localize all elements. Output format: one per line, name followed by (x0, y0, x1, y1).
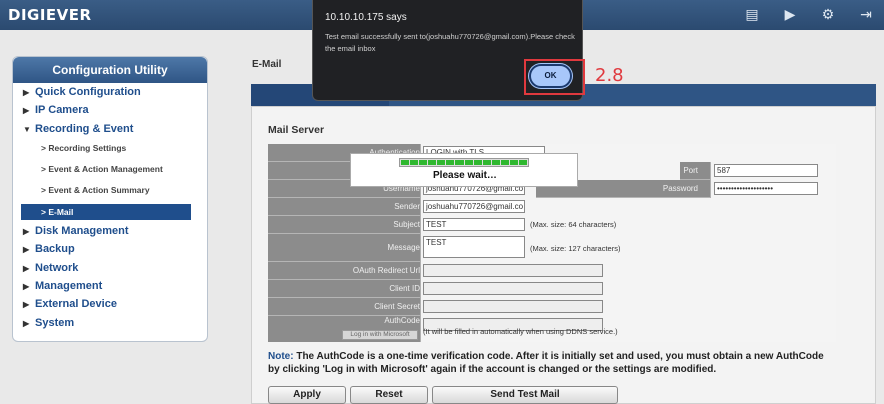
password-input[interactable]: •••••••••••••••••••• (714, 182, 818, 195)
note-prefix: Note: (268, 351, 294, 362)
triangle-down-icon: ▼ (23, 125, 31, 134)
triangle-right-icon: ▶ (23, 264, 30, 273)
sender-label: Sender (394, 202, 420, 211)
sidebar-item-system[interactable]: ▶ System (23, 317, 74, 329)
apply-button[interactable]: Apply (268, 386, 346, 404)
triangle-right-icon: ▶ (23, 227, 30, 236)
section-title: Mail Server (268, 124, 325, 136)
progress-overlay: Please wait… (350, 153, 578, 187)
triangle-right-icon: ▶ (23, 282, 30, 291)
sidebar-item-management[interactable]: ▶ Management (23, 280, 102, 292)
logo: DIGIEVER (8, 6, 92, 24)
note-text: The AuthCode is a one-time verification … (268, 351, 824, 375)
sender-input[interactable]: joshuahu770726@gmail.co (423, 200, 525, 213)
client-id-label: Client ID (389, 284, 420, 293)
sidebar-title: Configuration Utility (13, 57, 207, 83)
step-label: 2.8 (595, 65, 624, 86)
triangle-right-icon: ▶ (23, 300, 30, 309)
form-row: Subject TEST (Max. size: 64 characters) (268, 216, 836, 234)
sidebar: Configuration Utility ▶ Quick Configurati… (12, 56, 208, 342)
progress-text: Please wait… (433, 170, 497, 181)
sidebar-item-ip-camera[interactable]: ▶ IP Camera (23, 104, 89, 116)
message-label: Message (387, 243, 420, 252)
oauth-redirect-input[interactable] (423, 264, 603, 277)
message-hint: (Max. size: 127 characters) (530, 244, 621, 253)
triangle-right-icon: ▶ (23, 88, 30, 97)
sidebar-subitem-event-action-management[interactable]: > Event & Action Management (41, 164, 163, 174)
dialog-title: 10.10.10.175 says (325, 12, 407, 23)
note: Note: The AuthCode is a one-time verific… (268, 350, 828, 376)
oauth-redirect-label: OAuth Redirect Url (352, 266, 420, 275)
form-row: OAuth Redirect Url (268, 262, 836, 280)
sidebar-item-backup[interactable]: ▶ Backup (23, 243, 75, 255)
playback-icon[interactable]: ▶ (782, 6, 798, 22)
sidebar-subitem-email[interactable]: > E-Mail (21, 204, 191, 220)
highlight-box (524, 59, 585, 95)
message-textarea[interactable]: TEST (423, 236, 525, 258)
form-row: AuthCode Log in with Microsoft (It will … (268, 316, 836, 342)
login-microsoft-button[interactable]: Log in with Microsoft (342, 330, 418, 340)
subject-hint: (Max. size: 64 characters) (530, 220, 617, 229)
gear-icon[interactable]: ⚙ (820, 6, 836, 22)
port-input[interactable]: 587 (714, 164, 818, 177)
client-secret-input[interactable] (423, 300, 603, 313)
sidebar-item-disk-management[interactable]: ▶ Disk Management (23, 225, 129, 237)
subject-input[interactable]: TEST (423, 218, 525, 231)
reset-button[interactable]: Reset (350, 386, 428, 404)
sidebar-item-quick-configuration[interactable]: ▶ Quick Configuration (23, 86, 141, 98)
sidebar-subitem-recording-settings[interactable]: > Recording Settings (41, 143, 126, 153)
sidebar-subitem-event-action-summary[interactable]: > Event & Action Summary (41, 185, 150, 195)
page-title: E-Mail (252, 59, 282, 70)
authcode-hint: (It will be filled in automatically when… (423, 327, 618, 336)
form-row: Sender joshuahu770726@gmail.co (268, 198, 836, 216)
triangle-right-icon: ▶ (23, 106, 30, 115)
triangle-right-icon: ▶ (23, 245, 30, 254)
form-row: Client ID (268, 280, 836, 298)
progress-bar (399, 158, 529, 167)
sidebar-item-network[interactable]: ▶ Network (23, 262, 78, 274)
sidebar-item-external-device[interactable]: ▶ External Device (23, 298, 117, 310)
logout-icon[interactable]: ⇥ (858, 6, 874, 22)
client-id-input[interactable] (423, 282, 603, 295)
triangle-right-icon: ▶ (23, 319, 30, 328)
authcode-label: AuthCode (384, 316, 420, 325)
dialog-message: Test email successfully sent to(joshuahu… (325, 32, 575, 53)
subject-label: Subject (393, 220, 420, 229)
keyboard-icon[interactable]: ▤ (744, 6, 760, 22)
form-row: Message TEST (Max. size: 127 characters) (268, 234, 836, 262)
sidebar-item-recording-event[interactable]: ▼ Recording & Event (23, 123, 133, 135)
send-test-mail-button[interactable]: Send Test Mail (432, 386, 618, 404)
